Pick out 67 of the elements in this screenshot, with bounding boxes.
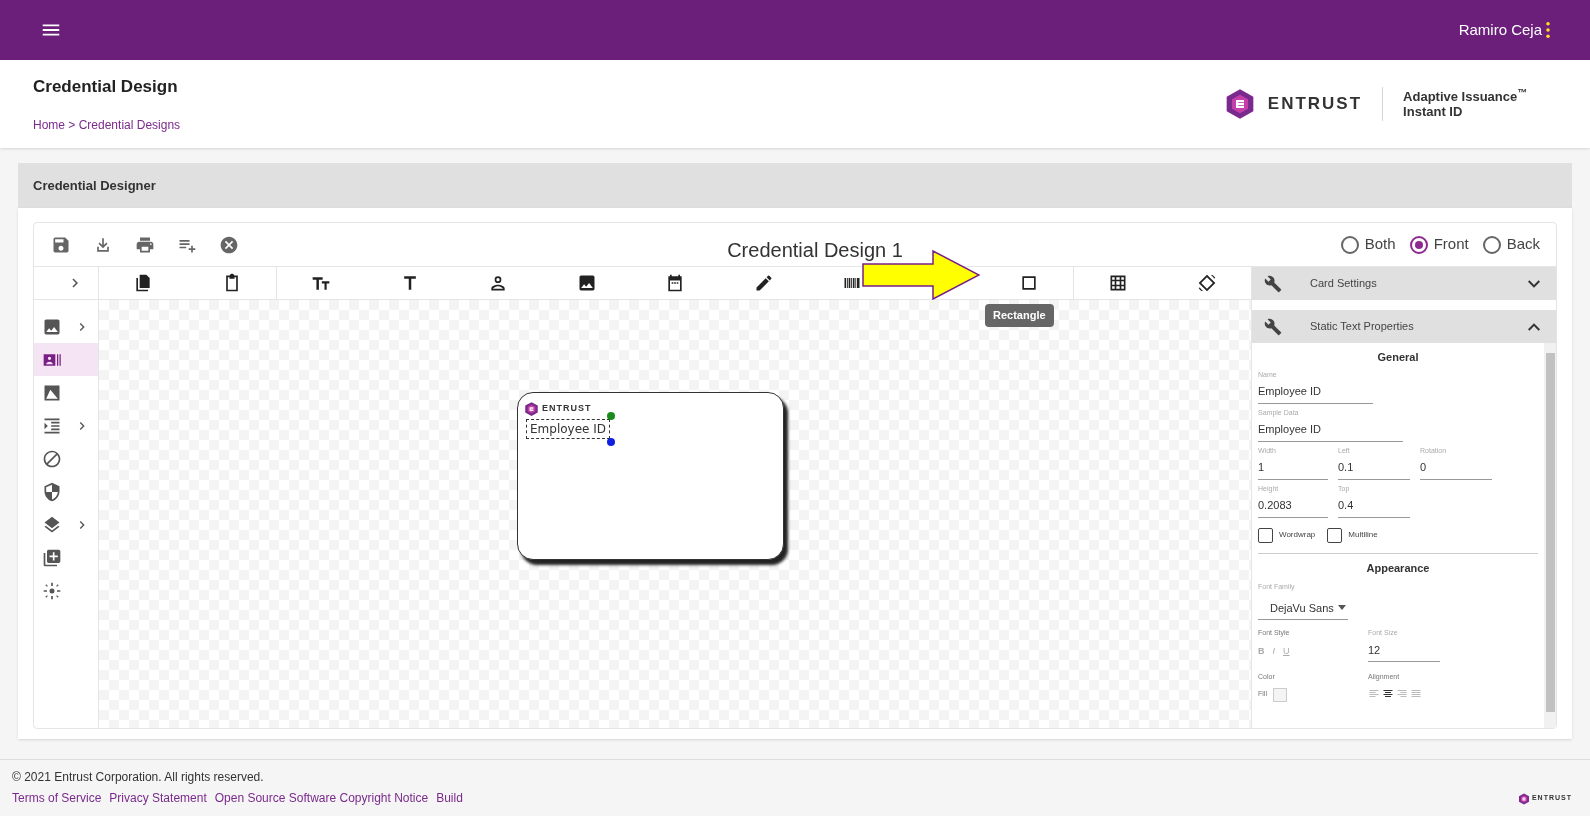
checkbox-label[interactable]: Multiline: [1348, 529, 1378, 541]
radio-button[interactable]: [1409, 235, 1428, 254]
input-field[interactable]: Employee ID: [1258, 380, 1373, 404]
footer-link[interactable]: Build: [436, 789, 463, 807]
page-title: Credential Design: [33, 76, 179, 99]
input-field[interactable]: 1: [1258, 456, 1328, 480]
caret-icon: [1337, 605, 1346, 611]
section-heading: General: [1376, 350, 1420, 365]
rotate-icon: [1196, 273, 1217, 293]
radio-button[interactable]: [1482, 235, 1501, 254]
block-icon: [42, 448, 62, 469]
product-name: Adaptive Issuance$^{™}$: [1403, 89, 1527, 104]
cancel-icon: [219, 234, 239, 255]
shield-icon: [42, 481, 62, 502]
rotate-handle[interactable]: [607, 412, 616, 420]
align-justify-icon: [1410, 687, 1422, 700]
collapse-icon: [1528, 322, 1540, 331]
expand-icon: [1528, 279, 1540, 288]
tooltip: Rectangle: [985, 304, 1054, 327]
input-field[interactable]: 12: [1368, 638, 1440, 662]
checkbox-label[interactable]: Wordwrap: [1279, 529, 1316, 541]
product-subname: Instant ID: [1403, 104, 1464, 119]
logo-icon: [1517, 792, 1530, 805]
panel-title: Card Settings: [1310, 276, 1378, 292]
fill-swatch[interactable]: [1272, 687, 1287, 702]
align-center-button[interactable]: [1382, 687, 1394, 700]
rail-item[interactable]: [34, 343, 98, 376]
copyright-text: © 2021 Entrust Corporation. All rights reserved.: [12, 769, 265, 786]
align-center-icon: [1382, 687, 1394, 700]
panel-title: Static Text Properties: [1310, 319, 1415, 335]
align-right-icon: [1396, 687, 1408, 700]
input-field[interactable]: 0.2083: [1258, 494, 1328, 518]
design-title: Credential Design 1: [726, 237, 904, 263]
card-logo-text: ENTRUST: [542, 402, 592, 416]
wrench-icon: [1264, 317, 1282, 336]
input-field[interactable]: 0.1: [1338, 456, 1410, 480]
grid-icon: [1108, 273, 1129, 293]
checkbox[interactable]: [1327, 527, 1343, 543]
resize-handle[interactable]: [607, 438, 616, 446]
footer-link[interactable]: Privacy Statement: [109, 789, 207, 807]
logo-icon: [524, 401, 539, 417]
text-element[interactable]: Employee ID: [526, 419, 611, 439]
footer-link[interactable]: Open Source Software Copyright Notice: [214, 789, 429, 807]
font-family-dropdown[interactable]: DejaVu Sans: [1258, 596, 1348, 620]
radio-label[interactable]: Front: [1433, 233, 1469, 256]
radio-button[interactable]: [1340, 235, 1359, 254]
section-title: Credential Designer: [33, 176, 156, 195]
user-name[interactable]: Ramiro Ceja: [1458, 18, 1542, 42]
panel-header[interactable]: Static Text Properties: [1252, 310, 1556, 343]
panel-header[interactable]: Card Settings: [1252, 267, 1556, 300]
more-icon[interactable]: [1546, 22, 1550, 38]
scrollbar[interactable]: [1544, 343, 1556, 728]
brand-wordmark: ENTRUST: [1267, 93, 1363, 116]
layers-icon: [42, 514, 62, 535]
section-heading: Appearance: [1365, 560, 1431, 576]
footer-link[interactable]: Terms of Service: [12, 789, 102, 807]
breadcrumb[interactable]: Home > Credential Designs: [33, 115, 181, 134]
radio-label[interactable]: Back: [1506, 233, 1540, 256]
input-field[interactable]: 0.4: [1338, 494, 1410, 518]
radio-label[interactable]: Both: [1364, 233, 1396, 256]
crosshair-icon: [42, 580, 62, 601]
align-left-icon: [1368, 687, 1380, 700]
checkbox[interactable]: [1258, 527, 1273, 543]
input-field[interactable]: Employee ID: [1258, 418, 1403, 442]
wrench-icon: [1264, 274, 1282, 293]
input-field[interactable]: 0: [1420, 456, 1492, 480]
add-box-icon: [42, 547, 62, 568]
